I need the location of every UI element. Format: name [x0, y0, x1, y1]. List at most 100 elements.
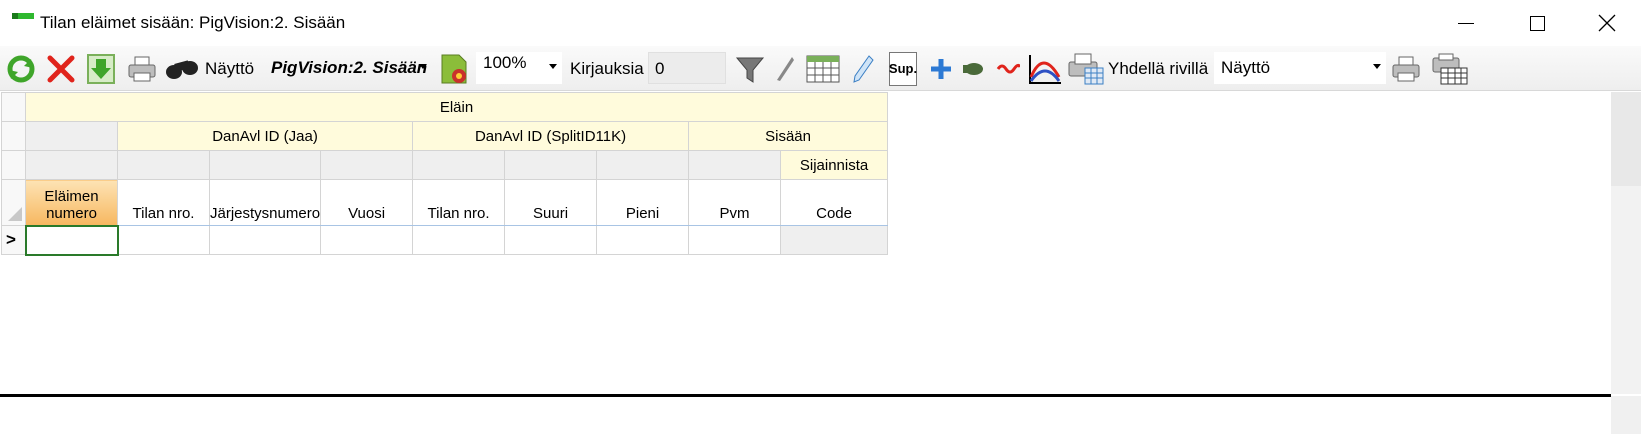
vertical-scrollbar-area [1611, 186, 1641, 394]
close-icon [1598, 14, 1616, 32]
find-button[interactable] [164, 46, 200, 91]
report-settings-button[interactable] [436, 46, 472, 91]
band-sisaan[interactable]: Sisään [688, 121, 889, 151]
maximize-button[interactable] [1503, 0, 1571, 46]
calendar-grid-button[interactable] [804, 46, 842, 91]
minimize-button[interactable] [1432, 0, 1500, 46]
pig-button[interactable] [993, 46, 1023, 91]
column-header-sequence-no[interactable]: Järjestysnumero [208, 179, 322, 226]
download-icon [87, 53, 115, 84]
select-all-corner[interactable] [1, 179, 26, 226]
new-row-marker[interactable]: > [1, 225, 26, 255]
animal-button[interactable] [958, 46, 988, 91]
column-header-farm-no-2[interactable]: Tilan nro. [412, 179, 506, 226]
zoom-select[interactable]: 100% [476, 52, 562, 84]
view-select-value: PigVision:2. Sisään [271, 58, 428, 77]
sub-band-row: Sijainnista [1, 150, 889, 180]
band-danavl-split[interactable]: DanAvl ID (SplitID11K) [412, 121, 690, 151]
vertical-scrollbar-track[interactable] [1611, 92, 1641, 186]
sup-button[interactable]: Sup. [886, 46, 920, 91]
edit-button[interactable] [848, 46, 878, 91]
toolbar: Näyttö PigVision:2. Sisään 100% Kirjauks… [0, 46, 1641, 91]
title-bar: Tilan eläimet sisään: PigVision:2. Sisää… [0, 0, 1641, 46]
grid-cell[interactable] [596, 225, 690, 255]
data-grid[interactable]: Eläin DanAvl ID (Jaa) DanAvl ID (SplitID… [1, 92, 889, 256]
add-button[interactable] [926, 46, 956, 91]
refresh-button[interactable] [3, 46, 39, 91]
sub-band-blank [412, 150, 506, 180]
column-header-small[interactable]: Pieni [596, 179, 690, 226]
grid-cell[interactable] [24, 224, 119, 256]
chevron-down-icon [419, 64, 427, 69]
corner-triangle-icon [8, 207, 22, 221]
grid-cell[interactable] [688, 225, 782, 255]
row-header-spacer [1, 121, 26, 151]
column-header-animal-number[interactable]: Eläimen numero [25, 179, 118, 226]
print-grid-button[interactable] [1430, 46, 1470, 91]
pen-icon [853, 54, 874, 83]
column-header-date[interactable]: Pvm [688, 179, 782, 226]
pig-icon [996, 63, 1020, 73]
binoculars-icon [166, 59, 198, 79]
curve-chart-button[interactable] [1026, 46, 1064, 91]
band-animal[interactable]: Eläin [24, 92, 889, 122]
column-header-year[interactable]: Vuosi [320, 179, 414, 226]
delete-icon [47, 55, 75, 82]
tools-button[interactable] [771, 46, 801, 91]
calendar-grid-icon [806, 55, 840, 82]
grid-cell[interactable] [320, 225, 414, 255]
display-select[interactable]: Näyttö [1214, 52, 1386, 84]
app-icon-mark [12, 13, 18, 19]
sub-band-blank [208, 150, 322, 180]
wrench-icon [777, 56, 794, 81]
column-header-row: Eläimen numero Tilan nro. Järjestysnumer… [1, 179, 889, 226]
row-header-spacer [1, 150, 26, 180]
chevron-down-icon [1373, 64, 1381, 69]
panel-splitter[interactable] [0, 394, 1611, 397]
column-header-farm-no[interactable]: Tilan nro. [117, 179, 210, 226]
column-header-code[interactable]: Code [780, 179, 889, 226]
band-row-top: Eläin [1, 92, 889, 122]
sub-band-blank [504, 150, 598, 180]
grid-cell[interactable] [412, 225, 506, 255]
add-icon [931, 58, 951, 79]
grid-cell[interactable] [117, 225, 210, 255]
grid-cell-readonly [780, 225, 889, 255]
filter-button[interactable] [733, 46, 767, 91]
sub-band-blank [596, 150, 690, 180]
band-danavl-jaa[interactable]: DanAvl ID (Jaa) [116, 121, 414, 151]
bottom-scroll-corner [1611, 396, 1641, 434]
print-button-2[interactable] [1388, 46, 1424, 91]
sub-band-blank [688, 150, 782, 180]
grid-cell[interactable] [208, 225, 322, 255]
sub-band-blank [320, 150, 414, 180]
chevron-down-icon [549, 64, 557, 69]
row-header-spacer [1, 92, 26, 122]
records-count-field[interactable]: 0 [648, 52, 726, 84]
filter-icon [735, 57, 765, 83]
single-row-label: Yhdellä rivillä [1108, 59, 1209, 78]
minimize-icon [1458, 22, 1474, 24]
sub-band-blank [25, 150, 118, 180]
new-row: > [1, 224, 889, 256]
close-button[interactable] [1573, 0, 1641, 46]
report-settings-icon [441, 54, 467, 83]
band-sijainnista[interactable]: Sijainnista [780, 150, 889, 180]
zoom-value: 100% [483, 53, 527, 72]
display-select-value: Näyttö [1221, 58, 1271, 77]
print-icon [128, 56, 156, 81]
column-header-large[interactable]: Suuri [504, 179, 598, 226]
delete-button[interactable] [42, 46, 80, 91]
view-select[interactable]: PigVision:2. Sisään [264, 52, 432, 84]
records-label: Kirjauksia [570, 59, 644, 78]
print-button[interactable] [124, 46, 160, 91]
window-title: Tilan eläimet sisään: PigVision:2. Sisää… [40, 13, 346, 32]
print-list-button[interactable] [1066, 46, 1106, 91]
animal-icon [963, 62, 983, 75]
app-window: Tilan eläimet sisään: PigVision:2. Sisää… [0, 0, 1641, 434]
download-button[interactable] [84, 46, 118, 91]
sup-icon: Sup. [889, 51, 917, 86]
band-row: DanAvl ID (Jaa) DanAvl ID (SplitID11K) S… [1, 121, 889, 151]
grid-cell[interactable] [504, 225, 598, 255]
display-label[interactable]: Näyttö [205, 59, 254, 79]
